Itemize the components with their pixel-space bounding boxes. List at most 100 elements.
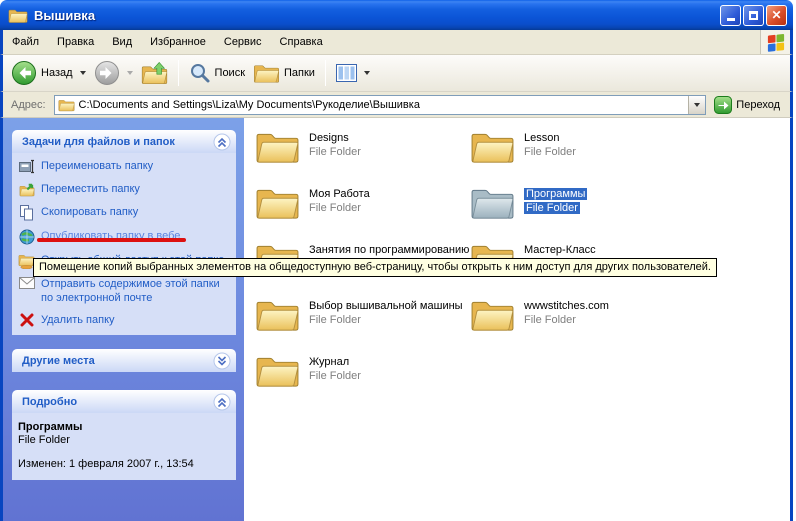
close-icon: ✕ [771,9,781,21]
chevron-up-icon[interactable] [213,133,231,151]
content-area: Задачи для файлов и папок Переименовать … [0,118,793,521]
go-button[interactable]: Переход [710,95,786,115]
folder-tile[interactable]: wwwstitches.comFile Folder [470,296,685,352]
menu-file[interactable]: Файл [3,32,48,52]
rename-folder-icon [18,159,35,174]
chevron-up-icon[interactable] [213,393,231,411]
folder-tile[interactable]: LessonFile Folder [470,128,685,184]
task-label[interactable]: Удалить папку [41,313,115,327]
folder-name: Designs [309,131,361,145]
toolbar-separator [178,60,179,86]
windows-logo [760,30,790,54]
folder-icon-selected [470,184,515,221]
task-publish-folder-web[interactable]: Опубликовать папку в вебе [18,229,232,245]
folder-icon [470,128,515,165]
folder-type: File Folder [309,201,370,215]
chevron-down-icon[interactable] [213,352,231,370]
folder-name: wwwstitches.com [524,299,609,313]
forward-button[interactable] [90,57,137,89]
explorer-window: Вышивка ✕ Файл Правка Вид Избранное Серв… [0,0,793,521]
address-dropdown-button[interactable] [688,96,705,114]
delete-icon [18,313,35,327]
back-label: Назад [41,67,73,79]
go-icon [714,96,732,114]
folder-name: Занятия по программированию [309,243,469,257]
minimize-button[interactable] [720,5,741,26]
folder-name: Выбор вышивальной машины [309,299,463,313]
task-label[interactable]: Переместить папку [41,182,140,196]
views-button[interactable] [332,61,374,85]
details-selected-type: File Folder [18,434,230,446]
address-folder-icon [58,98,75,112]
folder-name: Программы [524,188,587,200]
search-icon [189,62,211,84]
folder-tile[interactable]: Выбор вышивальной машиныFile Folder [255,296,470,352]
panel-title: Подробно [22,396,77,408]
address-input[interactable] [79,97,689,113]
window-folder-icon [8,7,28,24]
search-button[interactable]: Поиск [185,59,249,87]
folder-type: File Folder [524,313,609,327]
folder-type: File Folder [309,145,361,159]
panel-other-places-header[interactable]: Другие места [12,349,236,372]
panel-title: Другие места [22,355,95,367]
folder-name: Моя Работа [309,187,370,201]
red-annotation-underline [37,238,186,242]
menu-bar: Файл Правка Вид Избранное Сервис Справка [0,30,793,55]
panel-details-body: Программы File Folder Изменен: 1 февраля… [12,413,236,480]
folder-tile-selected[interactable]: Программы File Folder [470,184,685,240]
task-copy-folder[interactable]: Скопировать папку [18,205,232,221]
task-label[interactable]: Отправить содержимое этой папки по элект… [41,277,232,305]
back-button[interactable]: Назад [7,57,90,89]
up-button[interactable] [137,58,172,88]
folders-icon [253,62,280,84]
details-modified: Изменен: 1 февраля 2007 г., 13:54 [18,458,230,470]
address-box[interactable] [54,95,707,115]
panel-title: Задачи для файлов и папок [22,136,175,148]
panel-other-places: Другие места [12,349,236,372]
folder-name: Lesson [524,131,576,145]
task-delete-folder[interactable]: Удалить папку [18,313,232,327]
menu-edit[interactable]: Правка [48,32,103,52]
menu-tools[interactable]: Сервис [215,32,271,52]
toolbar: Назад [0,55,793,92]
folder-name: Журнал [309,355,361,369]
go-label: Переход [736,99,780,111]
folder-tile[interactable]: ЖурналFile Folder [255,352,470,408]
folder-type: File Folder [524,202,580,214]
details-selected-name: Программы [18,421,230,433]
screen: Вышивка ✕ Файл Правка Вид Избранное Серв… [0,0,796,521]
copy-folder-icon [18,205,35,221]
task-label[interactable]: Переименовать папку [41,159,153,173]
folder-tile[interactable]: DesignsFile Folder [255,128,470,184]
tooltip: Помещение копий выбранных элементов на о… [33,258,717,277]
window-title: Вышивка [34,8,720,23]
forward-dropdown-icon[interactable] [127,71,133,75]
folder-up-icon [141,61,168,85]
menu-view[interactable]: Вид [103,32,141,52]
close-button[interactable]: ✕ [766,5,787,26]
views-dropdown-icon[interactable] [364,71,370,75]
move-folder-icon [18,182,35,197]
folders-label: Папки [284,67,315,79]
task-pane-sidebar: Задачи для файлов и папок Переименовать … [3,118,244,521]
panel-details-header[interactable]: Подробно [12,390,236,413]
folders-button[interactable]: Папки [249,59,319,87]
folder-tile[interactable]: Моя РаботаFile Folder [255,184,470,240]
title-bar[interactable]: Вышивка ✕ [0,0,793,30]
panel-file-tasks-header[interactable]: Задачи для файлов и папок [12,130,236,153]
task-label[interactable]: Скопировать папку [41,205,138,219]
task-rename-folder[interactable]: Переименовать папку [18,159,232,174]
task-move-folder[interactable]: Переместить папку [18,182,232,197]
folder-type: File Folder [309,313,463,327]
task-email-folder[interactable]: Отправить содержимое этой папки по элект… [18,277,232,305]
file-list-area[interactable]: DesignsFile Folder LessonFile Folder Моя… [244,118,790,521]
menu-favorites[interactable]: Избранное [141,32,215,52]
folder-icon [255,352,300,389]
forward-icon [94,60,120,86]
maximize-button[interactable] [743,5,764,26]
back-dropdown-icon[interactable] [80,71,86,75]
views-icon [336,64,357,82]
menu-help[interactable]: Справка [271,32,332,52]
panel-file-tasks-body: Переименовать папку Переместить папку Ск… [12,153,236,335]
